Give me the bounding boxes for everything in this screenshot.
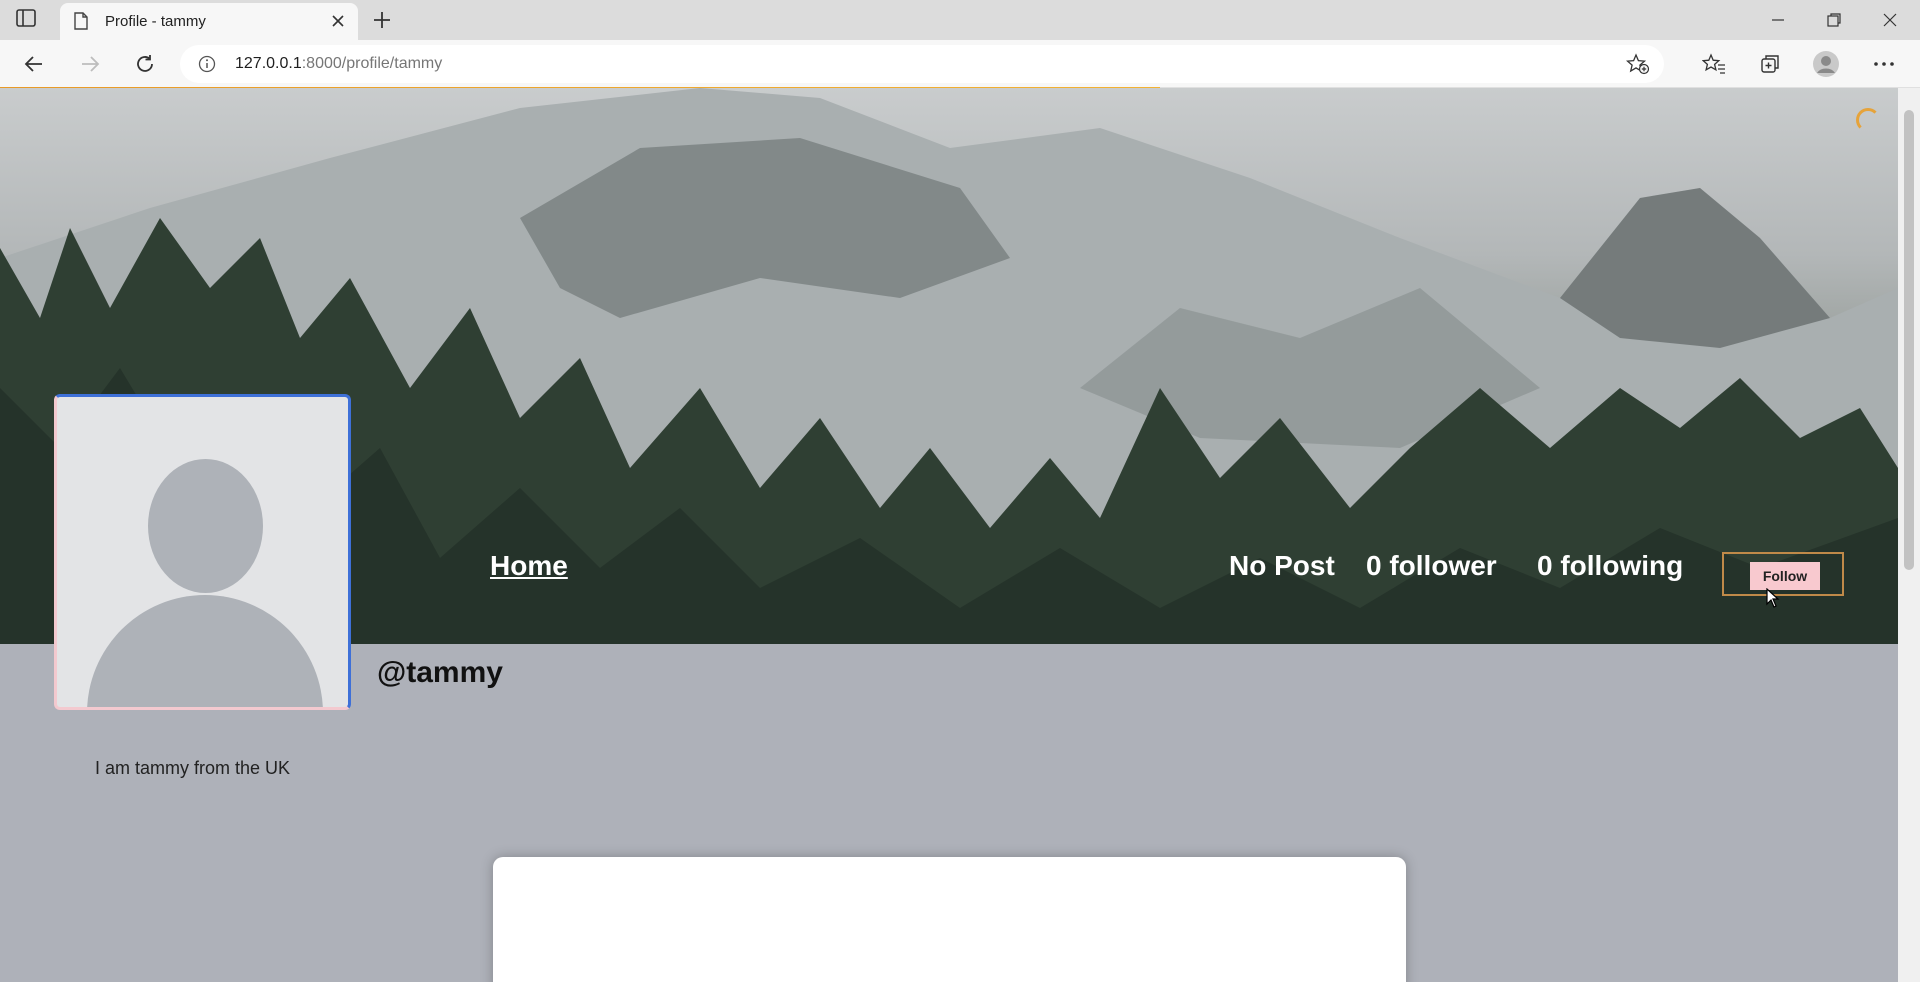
- page-scrollbar[interactable]: [1898, 88, 1920, 982]
- follow-button-frame: Follow: [1722, 552, 1844, 596]
- tab-strip: Profile - tammy: [0, 0, 1920, 40]
- avatar-body: [87, 595, 323, 707]
- scrollbar-thumb[interactable]: [1904, 110, 1914, 570]
- plus-icon[interactable]: [370, 8, 394, 32]
- profile-page: Home No Post 0 follower 0 following Foll…: [0, 88, 1898, 982]
- posts-count: No Post: [1229, 550, 1335, 581]
- following-count[interactable]: 0 following: [1537, 550, 1683, 582]
- avatar-head: [148, 459, 263, 593]
- minimize-icon[interactable]: [1758, 6, 1798, 34]
- url-path: :8000/profile/tammy: [301, 55, 443, 72]
- collections-icon[interactable]: [1756, 50, 1784, 78]
- followers-count[interactable]: 0 follower: [1366, 550, 1497, 582]
- favorites-icon[interactable]: [1700, 50, 1728, 78]
- close-icon[interactable]: [328, 11, 348, 31]
- close-window-icon[interactable]: [1870, 6, 1910, 34]
- more-icon[interactable]: [1870, 50, 1898, 78]
- home-link[interactable]: Home: [490, 550, 568, 582]
- forward-icon: [76, 50, 104, 78]
- document-icon: [74, 12, 88, 35]
- profile-icon[interactable]: [1812, 50, 1840, 78]
- tab-title: Profile - tammy: [105, 13, 206, 30]
- restore-icon[interactable]: [1814, 6, 1854, 34]
- back-icon[interactable]: [20, 50, 48, 78]
- avatar-placeholder-icon[interactable]: [54, 394, 351, 710]
- address-bar[interactable]: 127.0.0.1:8000/profile/tammy: [180, 45, 1664, 83]
- url-text[interactable]: 127.0.0.1:8000/profile/tammy: [235, 55, 442, 73]
- mouse-cursor-icon: [1766, 587, 1780, 613]
- favorite-add-icon[interactable]: [1625, 53, 1650, 80]
- browser-toolbar: 127.0.0.1:8000/profile/tammy: [0, 40, 1920, 88]
- loading-spinner-icon: [1856, 108, 1880, 132]
- url-host: 127.0.0.1: [235, 55, 302, 72]
- info-icon[interactable]: [198, 55, 216, 78]
- profile-username: @tammy: [377, 656, 503, 689]
- refresh-icon[interactable]: [131, 50, 159, 78]
- follow-button[interactable]: Follow: [1750, 562, 1820, 590]
- post-card: [493, 857, 1406, 982]
- tab-actions-icon[interactable]: [16, 9, 40, 31]
- profile-bio: I am tammy from the UK: [95, 758, 291, 778]
- active-tab[interactable]: Profile - tammy: [60, 3, 358, 40]
